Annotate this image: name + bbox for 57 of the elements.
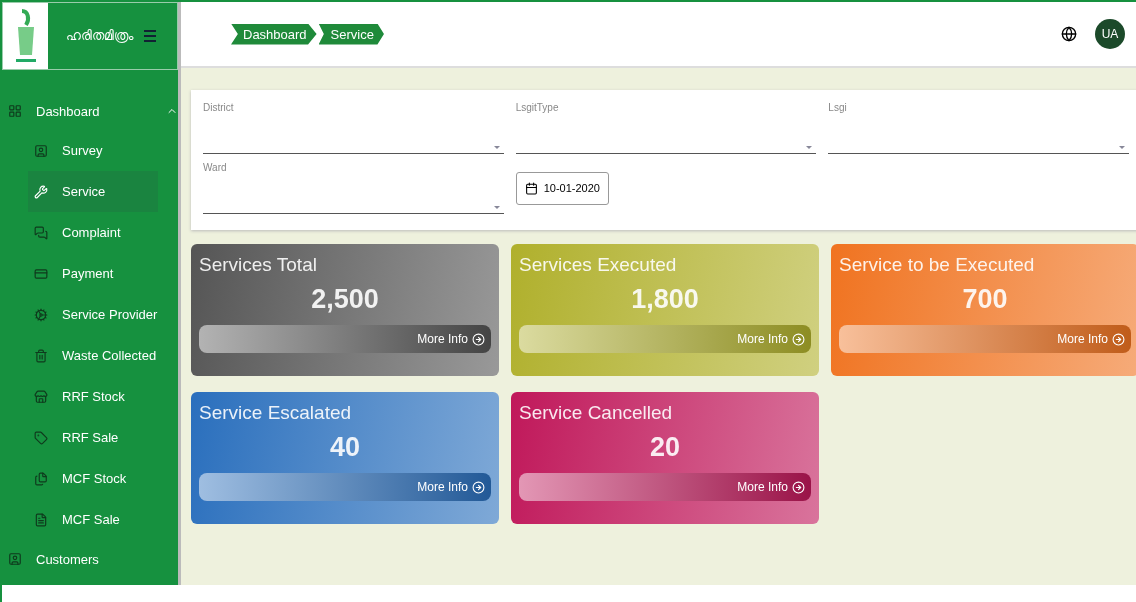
more-info-link[interactable]: More Info	[839, 325, 1131, 353]
more-info-link[interactable]: More Info	[519, 325, 811, 353]
card-value: 1,800	[630, 284, 700, 315]
breadcrumb[interactable]: Service	[318, 23, 384, 45]
sidebar-item[interactable]: MCF Sale	[28, 499, 158, 540]
select-field[interactable]: LsgitType	[515, 102, 817, 154]
menu-icon[interactable]	[144, 30, 156, 42]
sidebar-item[interactable]: RRF Sale	[28, 417, 158, 458]
select-field[interactable]: Lsgi	[828, 102, 1129, 154]
card-title: Service to be Executed	[839, 254, 1036, 276]
arrow-circle-icon	[792, 480, 805, 494]
arrow-circle-icon	[472, 480, 485, 494]
card-title: Services Total	[199, 254, 318, 276]
sidebar-item[interactable]: Service	[28, 171, 158, 212]
sidebar-item[interactable]: Service Provider	[28, 294, 158, 335]
sidebar-item[interactable]: Survey	[28, 130, 158, 171]
user-avatar[interactable]: UA	[1095, 19, 1125, 49]
chat-icon	[34, 225, 48, 240]
gear-icon	[34, 307, 48, 322]
card-title: Service Escalated	[199, 402, 353, 424]
date-button[interactable]: 10-01-2020	[515, 171, 609, 205]
arrow-circle-icon	[472, 332, 485, 346]
card-title: Service Cancelled	[519, 402, 674, 424]
card-value: 700	[961, 284, 1009, 315]
sidebar-item[interactable]: MCF Stock	[28, 458, 158, 499]
sidebar-item[interactable]: Complaint	[28, 212, 158, 253]
logo	[3, 3, 48, 69]
brand-name: ഹരിതമിത്രം	[66, 28, 135, 44]
sidebar-item[interactable]: Waste Collected	[28, 335, 158, 376]
card-icon	[34, 266, 48, 281]
arrow-circle-icon	[1112, 332, 1125, 346]
sidebar-item[interactable]: Dashboard	[8, 92, 178, 130]
files-icon	[34, 471, 48, 486]
tag-icon	[34, 430, 48, 445]
calendar-icon	[524, 181, 538, 195]
select-field[interactable]: Ward	[203, 162, 504, 214]
card-value: 20	[648, 432, 681, 463]
sidebar-item[interactable]: Customers	[8, 540, 178, 578]
more-info-link[interactable]: More Info	[519, 473, 811, 501]
store-icon	[34, 389, 48, 404]
select-field[interactable]: District	[203, 102, 504, 154]
person-card-icon	[8, 552, 22, 566]
sidebar-item[interactable]: RRF Stock	[28, 376, 158, 417]
card-title: Services Executed	[519, 254, 678, 276]
breadcrumb[interactable]: Dashboard	[231, 23, 317, 45]
arrow-circle-icon	[792, 332, 805, 346]
document-icon	[34, 512, 48, 527]
sidebar-item[interactable]: Payment	[28, 253, 158, 294]
wrench-icon	[34, 184, 48, 199]
card-value: 2,500	[310, 284, 380, 315]
more-info-link[interactable]: More Info	[199, 325, 491, 353]
more-info-link[interactable]: More Info	[199, 473, 491, 501]
card-value: 40	[328, 432, 361, 463]
trash-icon	[34, 348, 48, 363]
grid-icon	[8, 104, 22, 118]
person-card-icon	[34, 143, 48, 158]
globe-icon[interactable]	[1061, 26, 1077, 42]
